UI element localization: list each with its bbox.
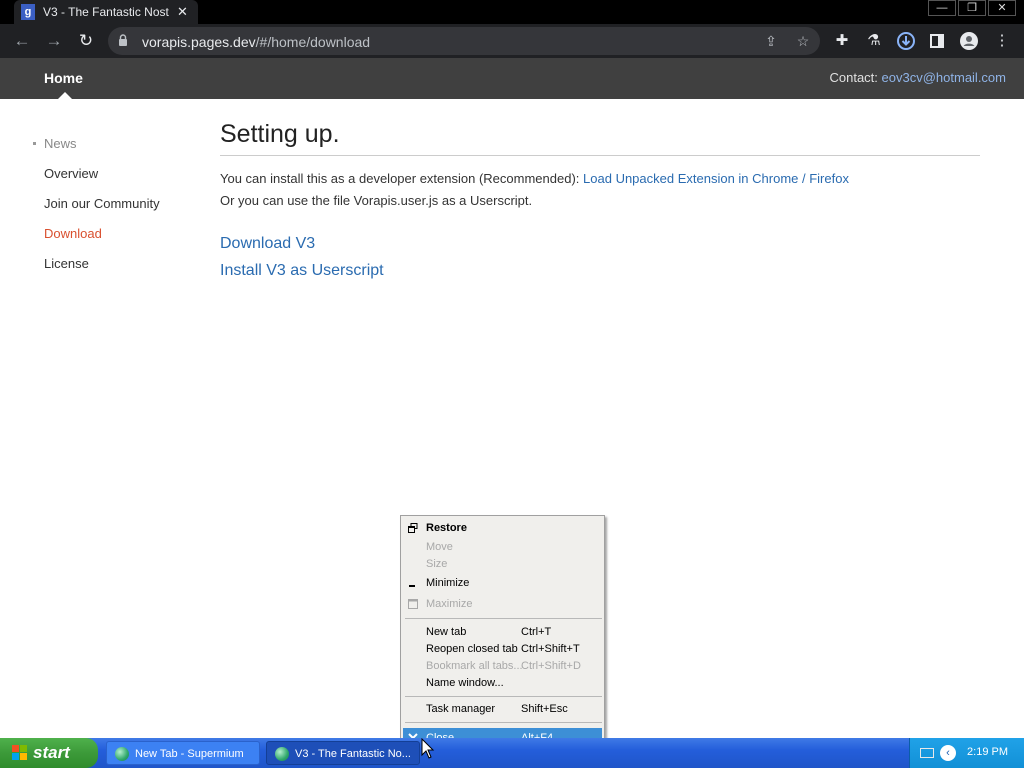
- tab-favicon-icon: g: [21, 4, 35, 20]
- title-divider: [220, 155, 980, 156]
- menu-label: Reopen closed tab: [426, 643, 518, 655]
- side-panel-icon[interactable]: [927, 31, 947, 51]
- menu-label: Restore: [426, 522, 467, 534]
- main-content: Setting up. You can install this as a de…: [220, 120, 980, 279]
- labs-icon[interactable]: ⚗: [864, 31, 884, 51]
- minimize-icon: [408, 578, 418, 588]
- menu-label: Maximize: [426, 598, 473, 610]
- maximize-icon: [408, 599, 418, 609]
- extensions-icon[interactable]: ✚: [832, 31, 852, 51]
- taskbar-item-label: V3 - The Fantastic No...: [295, 748, 411, 760]
- window-close-button[interactable]: ✕: [988, 0, 1016, 16]
- forward-icon[interactable]: →: [44, 31, 64, 51]
- menu-label: Minimize: [426, 577, 470, 589]
- window-restore-button[interactable]: ❐: [958, 0, 986, 16]
- show-hidden-icons-icon[interactable]: ‹: [940, 745, 956, 761]
- window-controls: — ❐ ✕: [928, 0, 1016, 16]
- menu-icon[interactable]: ⋮: [992, 31, 1012, 51]
- browser-toolbar: ← → ↻ vorapis.pages.dev/#/home/download …: [0, 24, 1024, 58]
- taskbar-item-label: New Tab - Supermium: [135, 748, 244, 760]
- page-title: Setting up.: [220, 120, 340, 148]
- restore-icon: [408, 523, 418, 533]
- menu-item-maximize: Maximize: [403, 596, 602, 613]
- window-minimize-button[interactable]: —: [928, 0, 956, 16]
- url-host: vorapis.pages.dev: [142, 34, 256, 50]
- start-label: start: [33, 743, 70, 762]
- menu-shortcut: Shift+Esc: [521, 703, 568, 715]
- window-context-menu: Restore Move Size Minimize Maximize New …: [400, 515, 605, 752]
- menu-shortcut: Ctrl+Shift+D: [521, 660, 581, 672]
- userscript-paragraph: Or you can use the file Vorapis.user.js …: [220, 193, 533, 208]
- windows-logo-icon: [12, 745, 27, 760]
- menu-shortcut: Ctrl+Shift+T: [521, 643, 580, 655]
- contact-email-link[interactable]: eov3cv@hotmail.com: [882, 70, 1006, 85]
- download-v3-link[interactable]: Download V3: [220, 235, 315, 253]
- sidebar-item-community[interactable]: Join our Community: [44, 196, 160, 211]
- start-button[interactable]: start: [0, 738, 98, 768]
- taskbar: start New Tab - Supermium V3 - The Fanta…: [0, 738, 1024, 768]
- install-paragraph: You can install this as a developer exte…: [220, 171, 849, 186]
- menu-shortcut: Ctrl+T: [521, 626, 552, 638]
- menu-item-size: Size: [403, 556, 602, 573]
- back-icon[interactable]: ←: [12, 31, 32, 51]
- download-icon[interactable]: [896, 31, 916, 51]
- tab-close-icon[interactable]: ✕: [177, 4, 188, 20]
- menu-separator: [405, 696, 602, 697]
- sidebar-item-download[interactable]: Download: [44, 226, 102, 241]
- menu-label: Size: [426, 558, 448, 570]
- site-header: Home Contact: eov3cv@hotmail.com: [0, 58, 1024, 99]
- supermium-icon: [275, 747, 289, 761]
- browser-tab[interactable]: g V3 - The Fantastic Nostalgia ✕: [14, 0, 198, 24]
- sidebar-item-overview[interactable]: Overview: [44, 166, 98, 181]
- menu-item-new-tab[interactable]: New tab Ctrl+T: [403, 624, 602, 641]
- install-userscript-link[interactable]: Install V3 as Userscript: [220, 262, 384, 280]
- bookmark-star-icon[interactable]: ☆: [794, 32, 812, 50]
- tab-title: V3 - The Fantastic Nostalgia: [43, 5, 169, 19]
- sidebar-item-news[interactable]: News: [44, 136, 77, 151]
- nav-active-caret: [58, 92, 72, 99]
- supermium-icon: [115, 747, 129, 761]
- share-icon[interactable]: ⇪: [762, 32, 780, 50]
- url-text: vorapis.pages.dev/#/home/download: [142, 34, 370, 50]
- sidebar-item-license[interactable]: License: [44, 256, 89, 271]
- system-tray: ‹ 2:19 PM: [909, 738, 1024, 768]
- load-unpacked-link[interactable]: Load Unpacked Extension in Chrome / Fire…: [583, 171, 849, 186]
- menu-label: Task manager: [426, 703, 496, 715]
- menu-item-move: Move: [403, 539, 602, 556]
- mouse-cursor-icon: [421, 738, 435, 759]
- taskbar-item-v3[interactable]: V3 - The Fantastic No...: [266, 741, 420, 765]
- menu-separator: [405, 618, 602, 619]
- lock-icon: [119, 34, 127, 46]
- keyboard-icon[interactable]: [920, 748, 934, 758]
- menu-item-reopen-closed-tab[interactable]: Reopen closed tab Ctrl+Shift+T: [403, 641, 602, 658]
- menu-item-minimize[interactable]: Minimize: [403, 575, 602, 592]
- menu-item-restore[interactable]: Restore: [403, 520, 602, 537]
- address-bar[interactable]: vorapis.pages.dev/#/home/download ⇪ ☆: [108, 27, 820, 55]
- reload-icon[interactable]: ↻: [76, 31, 96, 51]
- menu-label: New tab: [426, 626, 467, 638]
- taskbar-item-new-tab[interactable]: New Tab - Supermium: [106, 741, 260, 765]
- menu-label: Name window...: [426, 677, 504, 689]
- profile-icon[interactable]: [959, 31, 979, 51]
- url-path: /#/home/download: [255, 34, 371, 50]
- menu-item-name-window[interactable]: Name window...: [403, 675, 602, 692]
- sidebar-bullet: [33, 142, 36, 145]
- tab-strip: g V3 - The Fantastic Nostalgia ✕ — ❐ ✕: [0, 0, 1024, 24]
- contact-info: Contact: eov3cv@hotmail.com: [829, 70, 1006, 85]
- install-text: You can install this as a developer exte…: [220, 171, 580, 186]
- clock[interactable]: 2:19 PM: [967, 746, 1008, 758]
- menu-label: Move: [426, 541, 453, 553]
- menu-item-task-manager[interactable]: Task manager Shift+Esc: [403, 701, 602, 718]
- menu-label: Bookmark all tabs...: [426, 660, 523, 672]
- contact-label: Contact:: [829, 70, 878, 85]
- menu-item-bookmark-all-tabs: Bookmark all tabs... Ctrl+Shift+D: [403, 658, 602, 675]
- nav-home-link[interactable]: Home: [44, 70, 83, 86]
- menu-separator: [405, 722, 602, 723]
